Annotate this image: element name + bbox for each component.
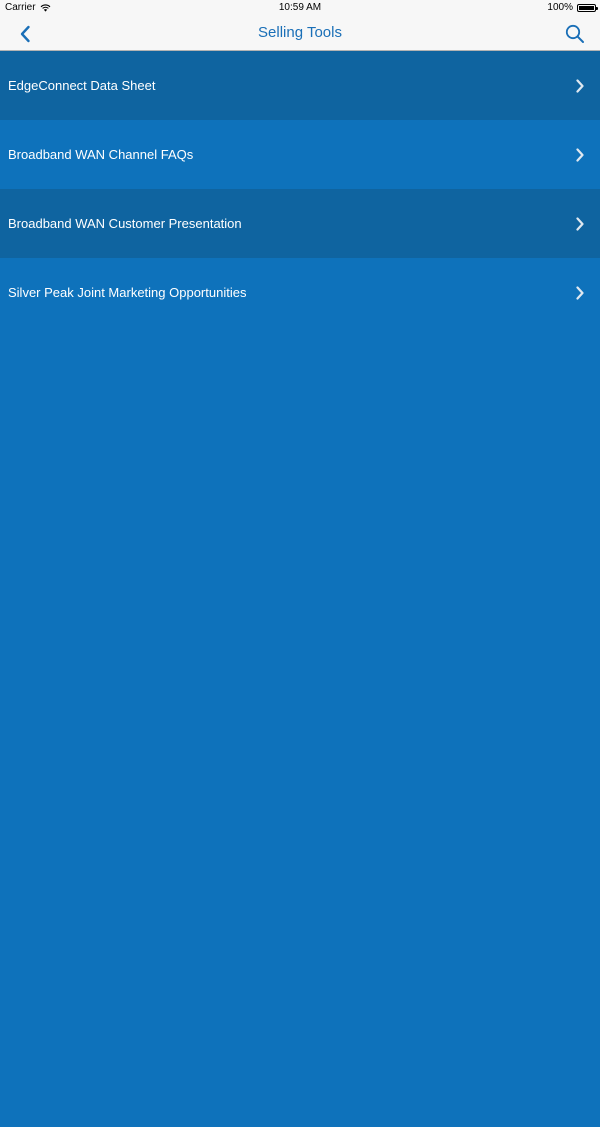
list-item-broadband-wan-channel-faqs[interactable]: Broadband WAN Channel FAQs: [0, 120, 600, 189]
list-item-broadband-wan-customer-presentation[interactable]: Broadband WAN Customer Presentation: [0, 189, 600, 258]
search-button[interactable]: [562, 21, 588, 47]
battery-icon: [577, 3, 598, 12]
list-item-label: EdgeConnect Data Sheet: [8, 78, 156, 93]
search-icon: [565, 24, 584, 43]
battery-percent: 100%: [547, 2, 573, 13]
status-bar: Carrier 10:59 AM 100%: [0, 0, 600, 16]
selling-tools-list: EdgeConnect Data Sheet Broadband WAN Cha…: [0, 51, 600, 327]
status-right: 100%: [547, 2, 598, 13]
status-time: 10:59 AM: [278, 2, 322, 13]
list-item-edgeconnect-data-sheet[interactable]: EdgeConnect Data Sheet: [0, 51, 600, 120]
chevron-right-icon: [576, 285, 584, 300]
page-title: Selling Tools: [258, 24, 342, 41]
list-item-label: Broadband WAN Customer Presentation: [8, 216, 242, 231]
content-area: [0, 327, 600, 1127]
list-item-silver-peak-joint-marketing[interactable]: Silver Peak Joint Marketing Opportunitie…: [0, 258, 600, 327]
navigation-bar: Selling Tools: [0, 16, 600, 51]
chevron-right-icon: [576, 147, 584, 162]
chevron-right-icon: [576, 78, 584, 93]
list-item-label: Broadband WAN Channel FAQs: [8, 147, 194, 162]
list-item-label: Silver Peak Joint Marketing Opportunitie…: [8, 285, 247, 300]
chevron-right-icon: [576, 216, 584, 231]
